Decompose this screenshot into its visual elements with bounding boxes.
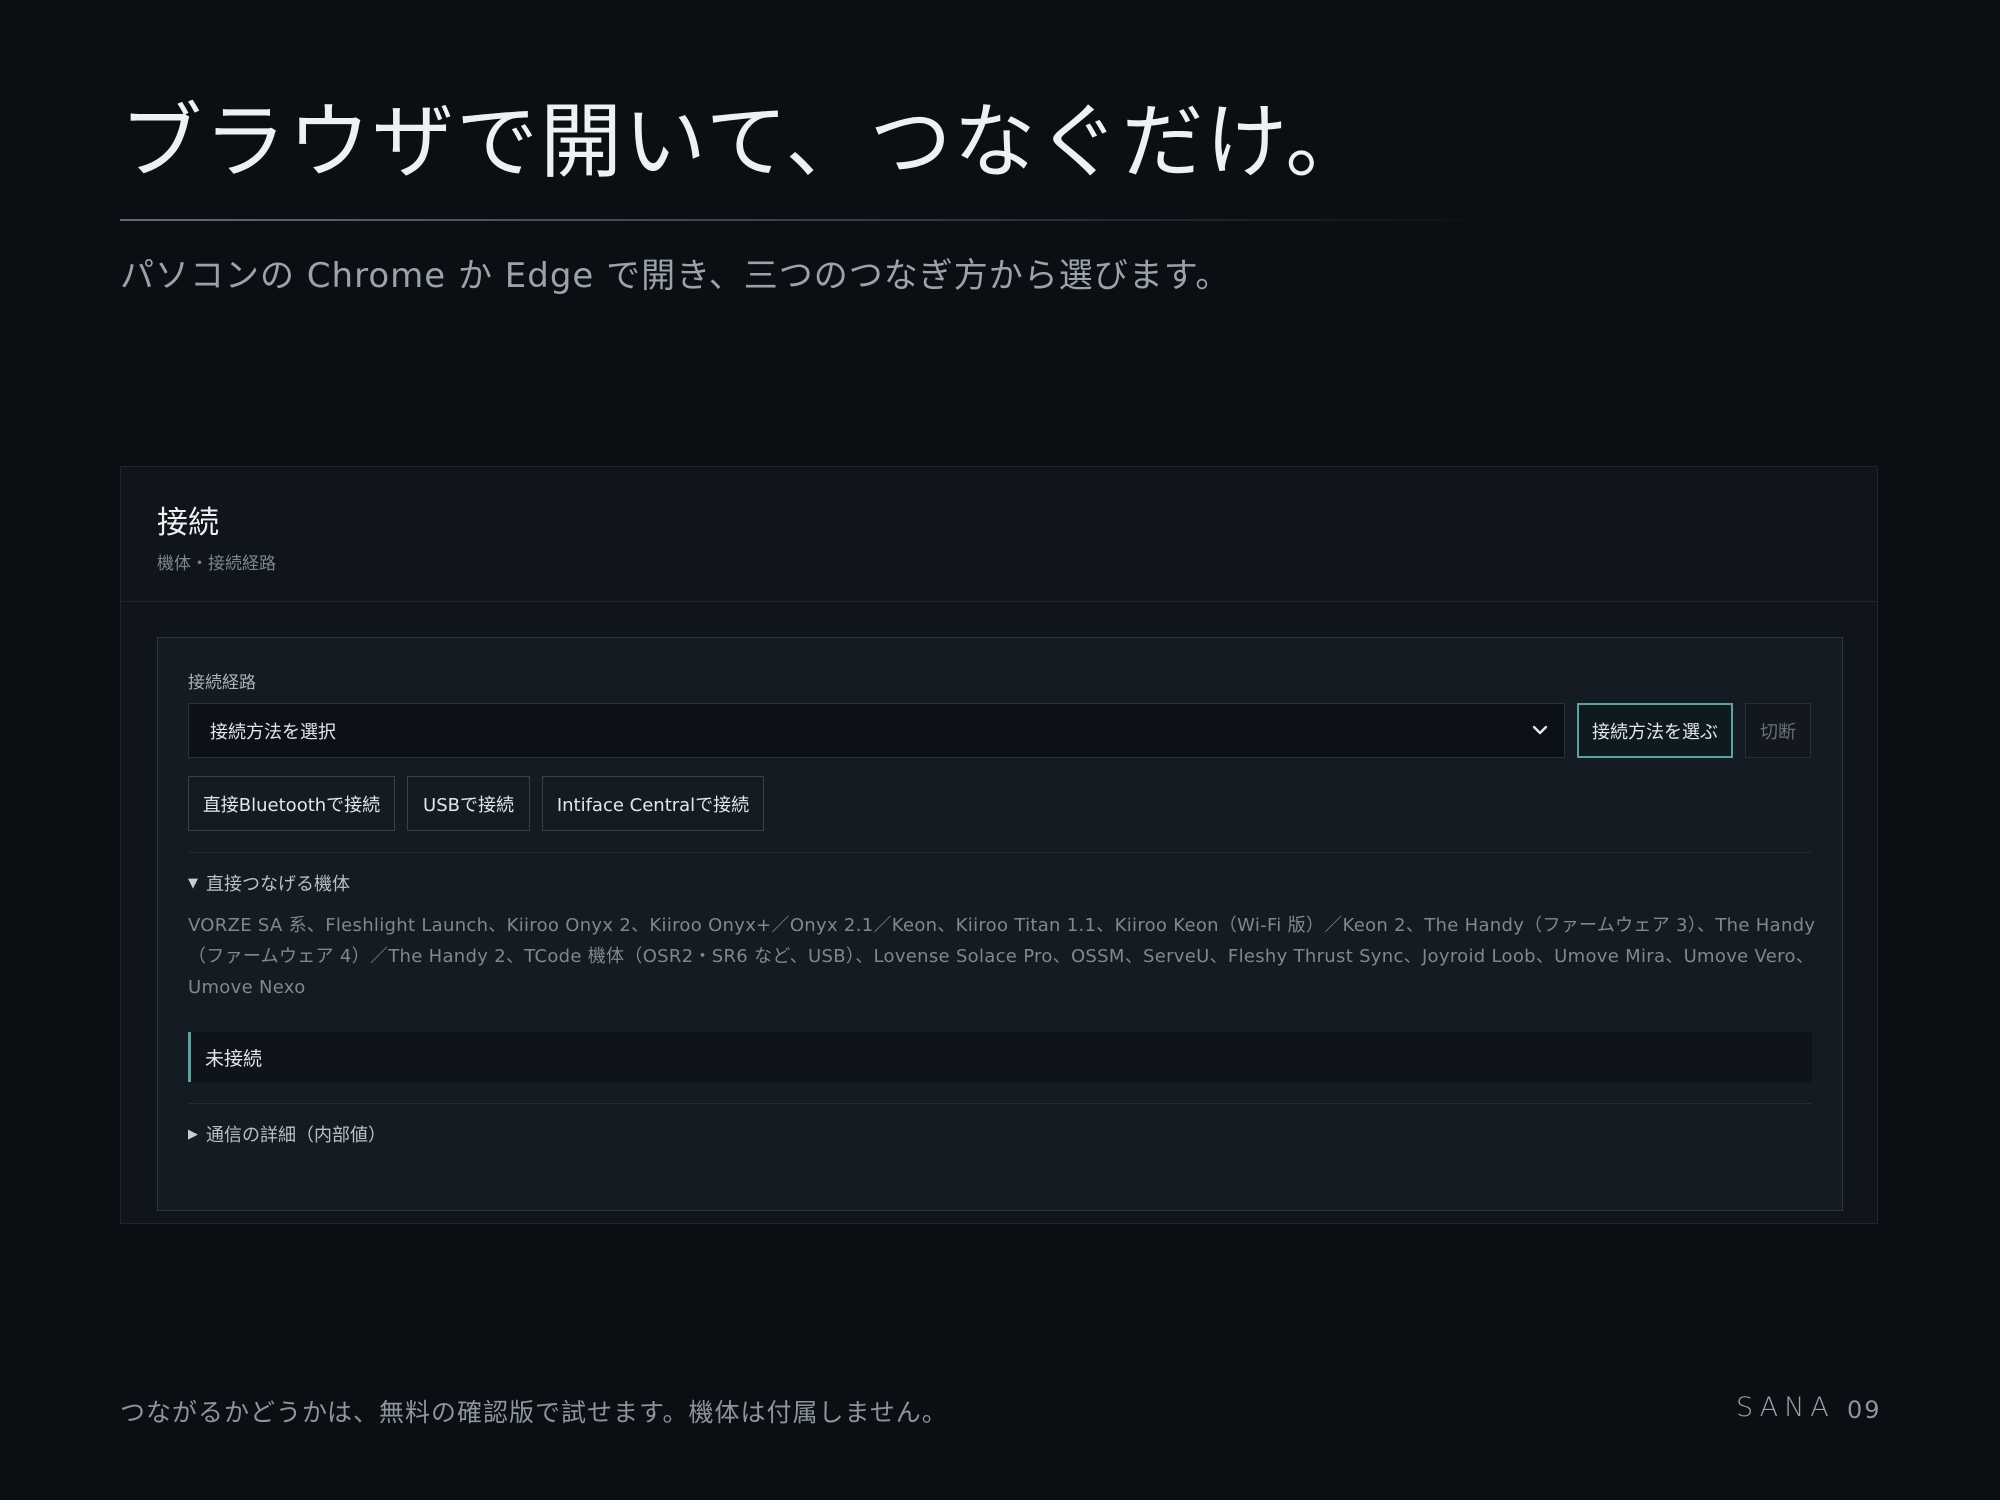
disconnect-button[interactable]: 切断	[1745, 703, 1811, 758]
status-bar: 未接続	[188, 1032, 1812, 1082]
details-heading: 通信の詳細（内部値）	[206, 1125, 386, 1146]
device-list: VORZE SA 系、Fleshlight Launch、Kiiroo Onyx…	[188, 915, 1816, 998]
footer-note: つながるかどうかは、無料の確認版で試せます。機体は付属しません。	[120, 1398, 948, 1427]
page-number: 09	[1847, 1396, 1882, 1424]
route-label: 接続経路	[188, 673, 256, 693]
intiface-connect-button[interactable]: Intiface Centralで接続	[542, 776, 764, 831]
triangle-down-icon: ▼	[188, 875, 198, 891]
card-title: 接続	[157, 505, 219, 541]
triangle-right-icon: ▶	[188, 1126, 198, 1142]
slide-title: ブラウザで開いて、つなぐだけ。	[120, 95, 1370, 190]
slide-subtitle: パソコンの Chrome か Edge で開き、三つのつなぎ方から選びます。	[120, 256, 1231, 296]
devices-heading: 直接つなげる機体	[206, 874, 350, 895]
chevron-down-icon	[1532, 725, 1548, 735]
connection-card: 接続 機体・接続経路 接続経路 接続方法を選択 接続方法を選ぶ 切断 直接Blu…	[120, 466, 1878, 1224]
status-text: 未接続	[205, 1047, 263, 1070]
connection-panel: 接続経路 接続方法を選択 接続方法を選ぶ 切断 直接Bluetoothで接続 U…	[157, 637, 1843, 1211]
title-divider	[120, 219, 1500, 221]
details-disclosure[interactable]: ▶ 通信の詳細（内部値）	[188, 1121, 386, 1147]
connection-method-select[interactable]: 接続方法を選択	[188, 703, 1565, 758]
card-header: 接続 機体・接続経路	[121, 467, 1877, 602]
bluetooth-connect-button[interactable]: 直接Bluetoothで接続	[188, 776, 395, 831]
select-value: 接続方法を選択	[210, 721, 336, 743]
brand-logo: SANA	[1736, 1392, 1835, 1423]
usb-connect-button[interactable]: USBで接続	[407, 776, 530, 831]
choose-method-button[interactable]: 接続方法を選ぶ	[1577, 703, 1733, 758]
card-subtitle: 機体・接続経路	[157, 554, 276, 574]
devices-disclosure[interactable]: ▼ 直接つなげる機体	[188, 870, 350, 896]
divider	[188, 852, 1812, 853]
divider	[188, 1103, 1812, 1104]
